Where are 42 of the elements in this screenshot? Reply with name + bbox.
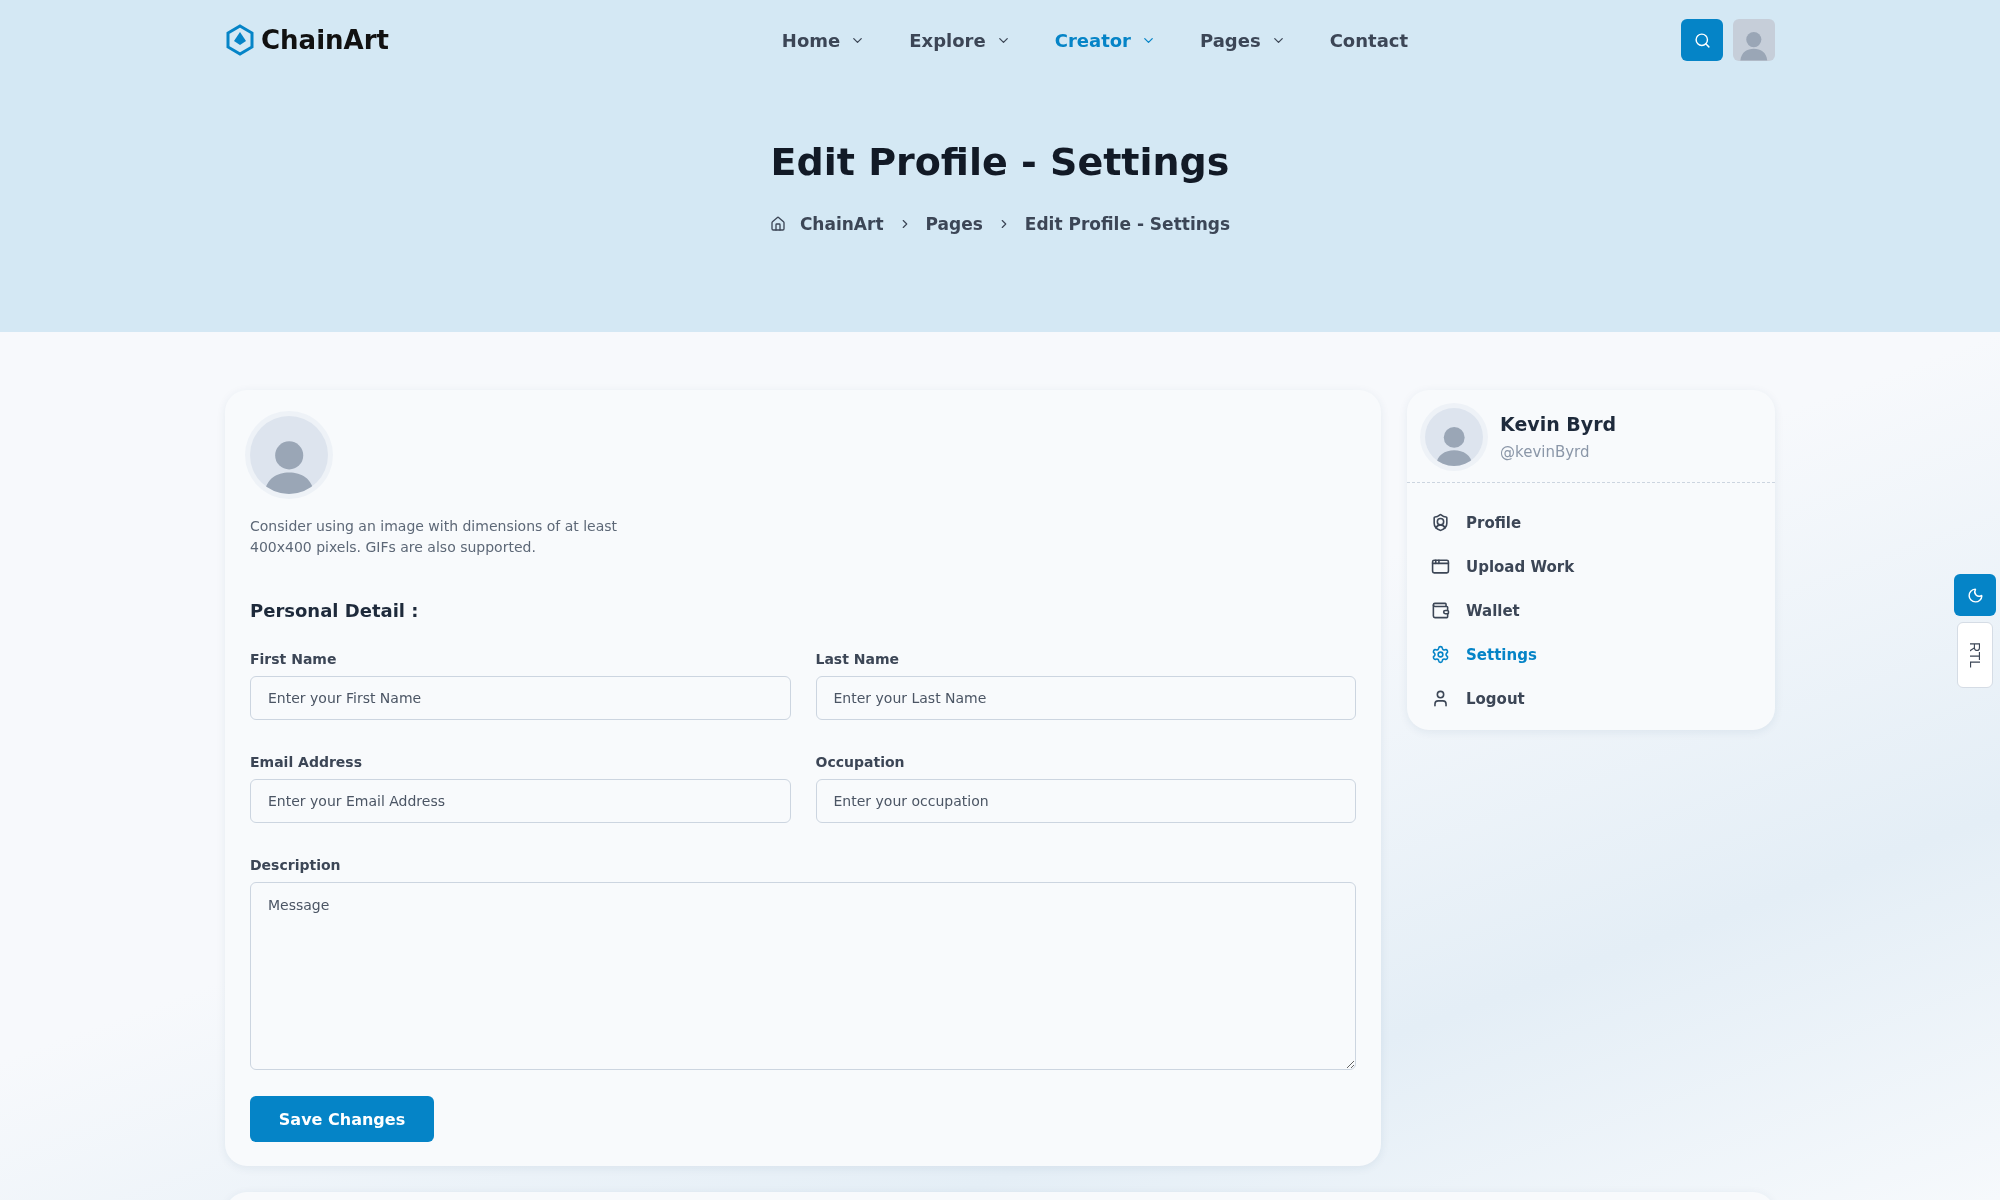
user-avatar[interactable] [1733,19,1775,61]
menu-item[interactable]: Wallet [1431,601,1751,620]
shield-user-icon [1431,513,1450,532]
input-field[interactable]: Enter your occupation [815,779,1356,823]
field-label: Description [250,857,342,873]
search-icon [1693,31,1711,49]
brand-name: ChainArt [261,25,389,55]
field-label: Email Address [250,754,363,770]
input-field[interactable]: Enter your Email Address [250,779,791,823]
home-icon [769,216,786,232]
save-button[interactable]: Save Changes [250,1096,434,1142]
hexagon-logo-icon [225,24,255,56]
menu-item[interactable]: Profile [1431,513,1751,532]
nav-link[interactable]: Pages [1200,29,1286,51]
input-field[interactable]: Enter your Last Name [815,676,1356,720]
input-field[interactable]: Enter your First Name [250,676,791,720]
dark-mode-button[interactable] [1954,574,1996,616]
menu-item[interactable]: Upload Work [1431,557,1751,576]
nav-link[interactable]: Contact [1329,29,1409,51]
image-hint: Consider using an image with dimensions of at least 400x400 pixels. GIFs are also supported. [250,517,619,557]
menu-item[interactable]: Logout [1431,689,1751,708]
nav-link[interactable]: Explore [909,29,1011,51]
user-icon [1431,689,1450,708]
wallet-icon [1431,601,1450,620]
field-label: Occupation [815,754,906,770]
menu-item[interactable]: Settings [1431,645,1751,664]
breadcrumb-item[interactable]: ChainArt [799,214,884,234]
page-title: Edit Profile - Settings [769,140,1231,184]
nav-link[interactable]: Home [781,29,866,51]
profile-name: Kevin Byrd [1500,413,1617,435]
moon-icon [1966,586,1984,604]
breadcrumb-item[interactable]: Pages [925,214,983,234]
breadcrumb-item: Edit Profile - Settings [1024,214,1231,234]
rtl-button[interactable]: RTL [1957,622,1993,688]
section-title: Personal Detail : [250,600,420,621]
description-field[interactable]: Message [250,882,1356,1070]
field-label: First Name [250,651,338,667]
settings-icon [1431,645,1450,664]
search-button[interactable] [1681,19,1723,61]
field-label: Last Name [815,651,900,667]
profile-handle: @kevinByrd [1500,443,1591,461]
window-icon [1431,557,1450,576]
